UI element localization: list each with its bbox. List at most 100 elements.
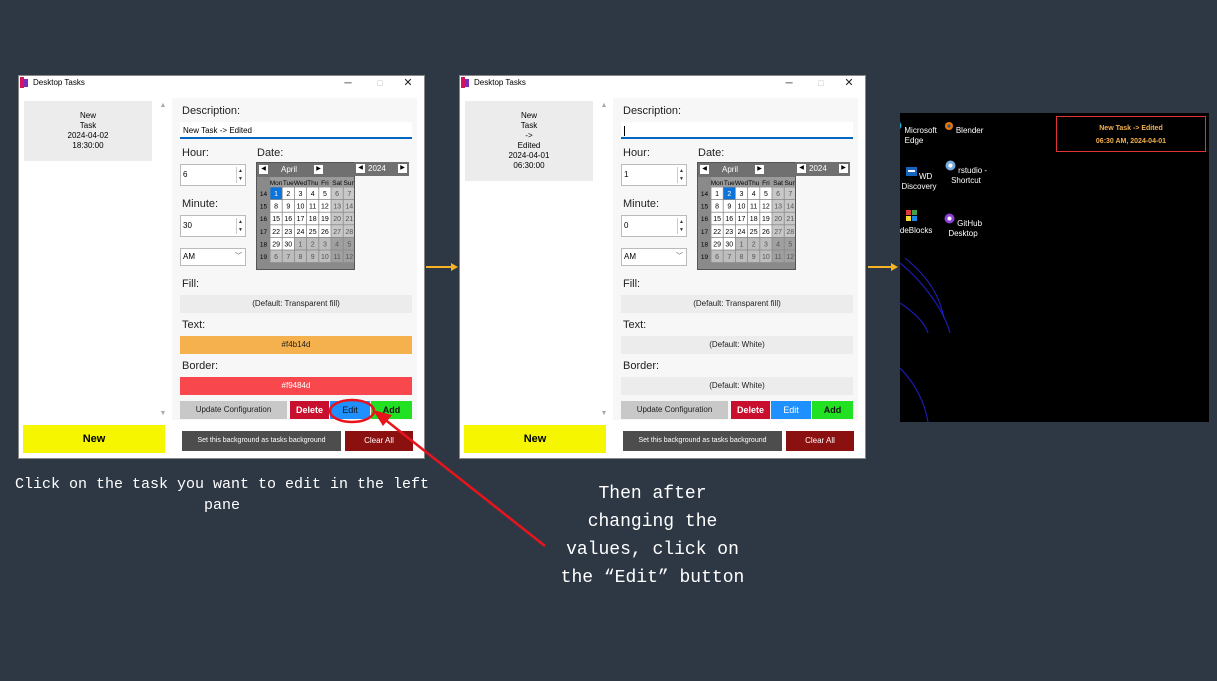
ampm-select[interactable]: AM ﹀	[180, 248, 246, 266]
calendar-day[interactable]: 3	[764, 241, 768, 248]
scroll-down-icon[interactable]: ▼	[600, 410, 608, 418]
calendar-day[interactable]: 29	[713, 241, 721, 248]
calendar-day[interactable]: 15	[272, 216, 280, 223]
calendar-day[interactable]: 20	[774, 216, 782, 223]
calendar-day[interactable]: 4	[776, 241, 780, 248]
calendar-day[interactable]: 6	[715, 254, 719, 261]
calendar-day[interactable]: 9	[727, 204, 731, 211]
calendar-day[interactable]: 8	[274, 204, 278, 211]
set-background-button[interactable]: Set this background as tasks background	[182, 431, 341, 451]
calendar-day[interactable]: 20	[333, 216, 341, 223]
delete-button[interactable]: Delete	[290, 401, 329, 419]
calendar-day[interactable]: 14	[345, 204, 353, 211]
calendar-day[interactable]: 4	[335, 241, 339, 248]
calendar-day[interactable]: 27	[774, 229, 782, 236]
maximize-icon[interactable]: □	[807, 76, 835, 91]
next-month-icon[interactable]: ▶	[755, 165, 764, 174]
spin-up-icon[interactable]: ▲	[678, 218, 685, 226]
prev-month-icon[interactable]: ◀	[700, 165, 709, 174]
date-calendar[interactable]: ◀ April ▶ Mon Tue Wed Thu Fri Sat Sun 14 1 2 3 4 5 6 7…	[697, 162, 796, 270]
calendar-day[interactable]: 23	[725, 229, 733, 236]
text-color-button[interactable]: #f4b14d	[180, 336, 412, 354]
calendar-day[interactable]: 1	[740, 241, 744, 248]
maximize-icon[interactable]: □	[366, 76, 394, 91]
spin-arrows[interactable]: ▲ ▼	[677, 218, 685, 234]
calendar-day[interactable]: 3	[323, 241, 327, 248]
edit-button[interactable]: Edit	[771, 401, 811, 419]
calendar-day[interactable]: 3	[299, 191, 303, 198]
calendar-day[interactable]: 10	[297, 204, 305, 211]
prev-year-icon[interactable]: ◀	[797, 164, 806, 173]
calendar-day[interactable]: 1	[274, 191, 278, 198]
set-background-button[interactable]: Set this background as tasks background	[623, 431, 782, 451]
next-month-icon[interactable]: ▶	[314, 165, 323, 174]
desktop-icon-blender[interactable]: Blender	[939, 120, 987, 136]
calendar-day[interactable]: 6	[776, 191, 780, 198]
calendar-day[interactable]: 30	[284, 241, 292, 248]
minute-spinbox[interactable]: 0 ▲ ▼	[621, 215, 687, 237]
calendar-day[interactable]: 23	[284, 229, 292, 236]
hour-spinbox[interactable]: 6 ▲ ▼	[180, 164, 246, 186]
calendar-day[interactable]: 30	[725, 241, 733, 248]
calendar-day[interactable]: 29	[272, 241, 280, 248]
scrollbar[interactable]: ▲ ▼	[600, 102, 608, 418]
calendar-day[interactable]: 21	[786, 216, 794, 223]
calendar-day[interactable]: 5	[347, 241, 351, 248]
desktop-icon-rstudio[interactable]: rstudio - Shortcut	[942, 160, 990, 186]
calendar-day[interactable]: 16	[725, 216, 733, 223]
minimize-icon[interactable]: ─	[334, 76, 362, 91]
spin-up-icon[interactable]: ▲	[678, 167, 685, 175]
calendar-day[interactable]: 11	[750, 204, 757, 211]
calendar-day[interactable]: 6	[335, 191, 339, 198]
calendar-day[interactable]: 7	[347, 191, 351, 198]
calendar-day[interactable]: 11	[309, 204, 316, 211]
new-button[interactable]: New	[464, 425, 606, 453]
next-year-icon[interactable]: ▶	[398, 164, 407, 173]
calendar-day[interactable]: 17	[738, 216, 746, 223]
calendar-day[interactable]: 13	[774, 204, 782, 211]
spin-down-icon[interactable]: ▼	[678, 226, 685, 234]
add-button[interactable]: Add	[812, 401, 853, 419]
description-input[interactable]	[621, 122, 853, 139]
update-configuration-button[interactable]: Update Configuration	[180, 401, 287, 419]
calendar-day[interactable]: 10	[321, 254, 329, 261]
desktop-icon-edge[interactable]: Microsoft Edge	[900, 120, 938, 146]
calendar-day[interactable]: 8	[715, 204, 719, 211]
minimize-icon[interactable]: ─	[775, 76, 803, 91]
spin-down-icon[interactable]: ▼	[237, 226, 244, 234]
calendar-day[interactable]: 18	[750, 216, 758, 223]
date-calendar[interactable]: ◀ April ▶ Mon Tue Wed Thu Fri Sat Sun 14 1 2 3 4 5 6 7…	[256, 162, 355, 270]
spin-up-icon[interactable]: ▲	[237, 218, 244, 226]
calendar-day[interactable]: 28	[345, 229, 353, 236]
calendar-day[interactable]: 16	[284, 216, 292, 223]
calendar-day[interactable]: 19	[321, 216, 329, 223]
calendar-day[interactable]: 9	[286, 204, 290, 211]
calendar-day[interactable]: 1	[299, 241, 303, 248]
prev-year-icon[interactable]: ◀	[356, 164, 365, 173]
spin-up-icon[interactable]: ▲	[237, 167, 244, 175]
text-color-button[interactable]: (Default: White)	[621, 336, 853, 354]
calendar-day[interactable]: 24	[297, 229, 305, 236]
calendar-day[interactable]: 4	[752, 191, 756, 198]
calendar-day[interactable]: 8	[299, 254, 303, 261]
fill-color-button[interactable]: (Default: Transparent fill)	[180, 295, 412, 313]
calendar-day[interactable]: 11	[333, 254, 340, 261]
calendar-day[interactable]: 7	[286, 254, 290, 261]
update-configuration-button[interactable]: Update Configuration	[621, 401, 728, 419]
calendar-day[interactable]: 26	[321, 229, 329, 236]
spin-arrows[interactable]: ▲ ▼	[236, 167, 244, 183]
calendar-day[interactable]: 22	[272, 229, 280, 236]
delete-button[interactable]: Delete	[731, 401, 770, 419]
spin-arrows[interactable]: ▲ ▼	[236, 218, 244, 234]
calendar-day[interactable]: 3	[740, 191, 744, 198]
calendar-day[interactable]: 18	[309, 216, 317, 223]
close-icon[interactable]: ✕	[394, 76, 422, 91]
scrollbar[interactable]: ▲ ▼	[159, 102, 167, 418]
calendar-day[interactable]: 14	[786, 204, 794, 211]
calendar-day[interactable]: 7	[727, 254, 731, 261]
desktop-icon-codeblocks[interactable]: CodeBlocks	[900, 210, 935, 236]
fill-color-button[interactable]: (Default: Transparent fill)	[621, 295, 853, 313]
calendar-day[interactable]: 5	[323, 191, 327, 198]
hour-spinbox[interactable]: 1 ▲ ▼	[621, 164, 687, 186]
calendar-day[interactable]: 24	[738, 229, 746, 236]
